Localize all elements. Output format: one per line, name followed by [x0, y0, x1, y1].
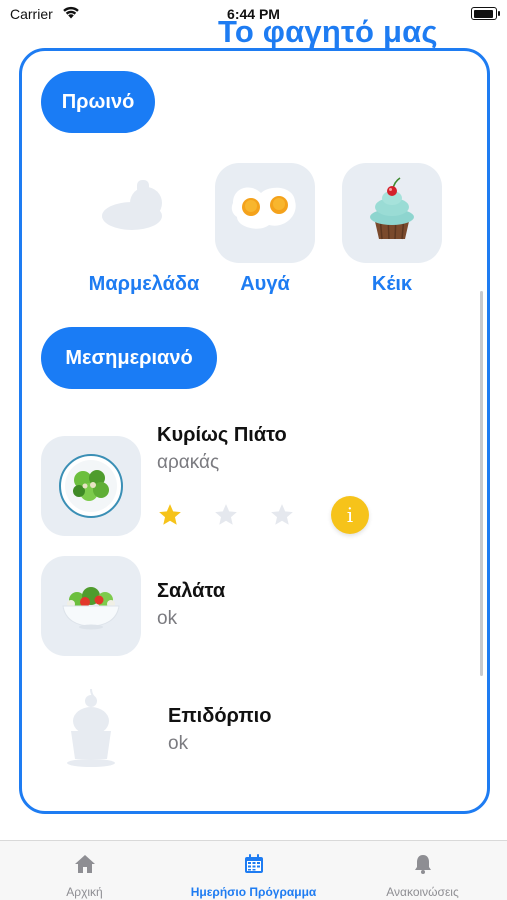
salad-bowl-icon	[41, 556, 141, 656]
tab-bar: Αρχική Ημερήσιο Πρόγραμμα Ανακοινώσεις	[0, 840, 507, 900]
fried-eggs-icon	[215, 163, 315, 263]
salad-plate-icon	[41, 436, 141, 536]
meal-subtitle: ok	[168, 733, 189, 754]
section-lunch-button[interactable]: Μεσημεριανό	[41, 327, 217, 389]
meal-title: Κυρίως Πιάτο	[157, 424, 287, 446]
tab-announcements[interactable]: Ανακοινώσεις	[338, 841, 507, 900]
tab-label: Αρχική	[66, 885, 103, 899]
screen: Carrier 6:44 PM Το φαγητό μας Πρωινό Μαρ…	[0, 0, 507, 900]
battery-icon	[471, 7, 500, 20]
tab-daily-schedule[interactable]: Ημερήσιο Πρόγραμμα	[169, 841, 338, 900]
section-breakfast-button[interactable]: Πρωινό	[41, 71, 155, 133]
bell-icon	[415, 855, 431, 874]
food-item-jam[interactable]: Μαρμελάδα	[89, 163, 199, 295]
meal-row-dessert[interactable]: Επιδόρπιο ok	[41, 681, 481, 781]
food-item-cake[interactable]: Κέικ	[342, 163, 442, 295]
food-item-label: Κέικ	[371, 273, 413, 295]
home-icon	[75, 855, 95, 873]
food-item-eggs[interactable]: Αυγά	[215, 163, 315, 295]
tab-label: Ανακοινώσεις	[386, 885, 459, 899]
info-button[interactable]: i	[331, 496, 369, 534]
calendar-icon	[245, 854, 263, 873]
meal-row-main[interactable]: Κυρίως Πιάτο αρακάς i	[41, 424, 481, 536]
meal-title: Επιδόρπιο	[168, 705, 272, 727]
cupcake-icon	[342, 163, 442, 263]
tab-label: Ημερήσιο Πρόγραμμα	[190, 885, 317, 899]
meal-subtitle: ok	[157, 608, 178, 629]
meal-subtitle: αρακάς	[157, 452, 220, 473]
jam-plate-placeholder-icon	[94, 163, 194, 263]
rating-stars[interactable]	[157, 502, 317, 530]
star-icon[interactable]	[269, 502, 295, 528]
meal-title: Σαλάτα	[157, 580, 226, 602]
page-title: Το φαγητό μας	[218, 14, 438, 49]
meal-row-salad[interactable]: Σαλάτα ok	[41, 556, 481, 656]
menu-card: Πρωινό Μαρμελάδα Αυγά Κέικ Μεσημεριανό Κ…	[19, 48, 490, 814]
star-icon[interactable]	[213, 502, 239, 528]
dessert-placeholder-icon	[41, 681, 141, 781]
tab-home[interactable]: Αρχική	[0, 841, 169, 900]
star-icon[interactable]	[157, 502, 183, 528]
